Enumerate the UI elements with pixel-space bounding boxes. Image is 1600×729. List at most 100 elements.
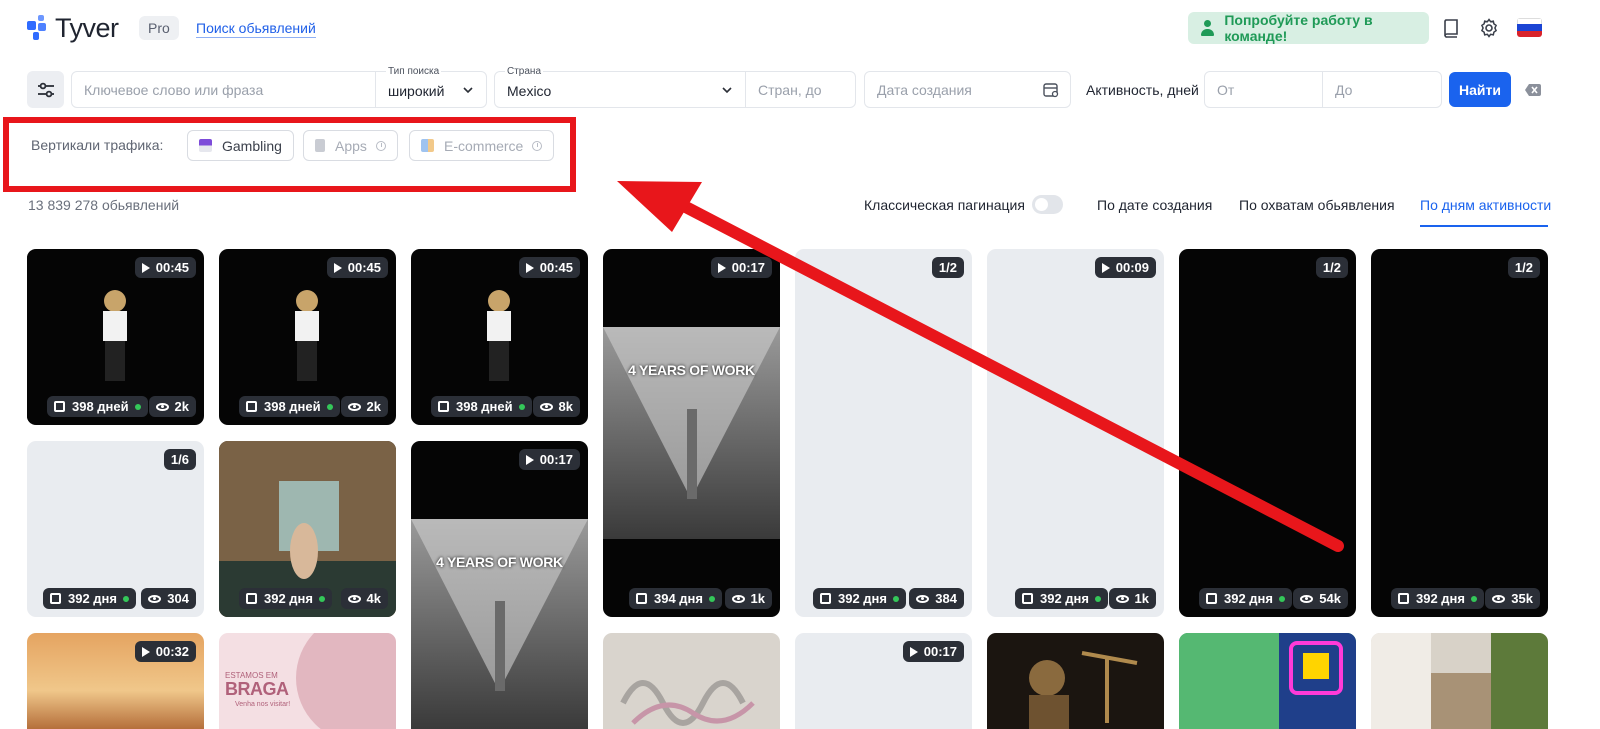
duration-badge: 00:09 <box>1094 257 1156 278</box>
activity-to-input[interactable]: До <box>1322 71 1442 108</box>
clear-filters-icon[interactable] <box>1524 81 1542 99</box>
views-badge: 1k <box>724 588 772 609</box>
eye-icon <box>347 594 361 603</box>
duration-badge: 00:45 <box>326 257 388 278</box>
active-dot-icon <box>709 595 715 602</box>
decor-shape <box>296 633 396 729</box>
chevron-down-icon <box>463 87 473 94</box>
chevron-down-icon <box>722 87 732 94</box>
duration-badge: 00:17 <box>518 449 580 470</box>
views-badge: 304 <box>141 588 196 609</box>
duration-badge: 00:17 <box>902 641 964 662</box>
eye-icon <box>155 402 169 411</box>
ad-card[interactable]: 4 YEARS OF WORK 00:17 394 дня 1k <box>603 249 780 617</box>
views-badge: 1k <box>1108 588 1156 609</box>
created-date-input[interactable]: Дата создания <box>864 71 1071 108</box>
days-active-badge: 392 дня <box>1199 588 1292 609</box>
flag-ru-icon[interactable] <box>1517 18 1542 37</box>
ad-card[interactable]: ESTAMOS EM BRAGA Venha nos visitar! <box>219 633 396 729</box>
logo-mark-icon <box>27 14 49 43</box>
logo[interactable]: Tyver <box>27 13 119 44</box>
keyword-input[interactable]: Ключевое слово или фраза <box>71 71 376 108</box>
ad-card[interactable]: 1/6 392 дня 304 <box>27 441 204 617</box>
carousel-count-badge: 1/6 <box>163 449 196 470</box>
book-icon[interactable] <box>1439 16 1463 40</box>
ad-card[interactable]: 00:17 <box>795 633 972 729</box>
app-header: Tyver Pro Поиск обьявлений Попробуйте ра… <box>0 0 1600 56</box>
days-active-badge: 392 дня <box>1015 588 1108 609</box>
ad-thumbnail <box>1179 633 1356 729</box>
ad-card[interactable]: 4 YEARS OF WORK 00:17 <box>411 441 588 729</box>
filters-toggle-button[interactable] <box>27 71 64 108</box>
try-team-button[interactable]: Попробуйте работу в команде! <box>1188 12 1429 44</box>
days-active-badge: 398 дней <box>47 396 148 417</box>
try-team-label: Попробуйте работу в команде! <box>1224 12 1373 44</box>
eye-icon <box>347 402 361 411</box>
play-icon <box>141 646 150 657</box>
ad-thumbnail <box>411 519 588 729</box>
calendar-icon <box>1022 593 1033 604</box>
views-badge: 2k <box>340 396 388 417</box>
ad-card[interactable]: 00:45 398 дней 2k <box>219 249 396 425</box>
pro-badge: Pro <box>139 16 179 40</box>
calendar-icon <box>820 593 831 604</box>
search-ads-link[interactable]: Поиск обьявлений <box>196 19 316 38</box>
active-dot-icon <box>123 595 129 602</box>
ad-thumbnail <box>1371 633 1548 729</box>
gear-icon[interactable] <box>1477 16 1501 40</box>
calendar-icon <box>636 593 647 604</box>
ad-card[interactable]: 1/2 392 дня 384 <box>795 249 972 617</box>
ad-card[interactable]: 392 дня 4k <box>219 441 396 617</box>
ad-card[interactable]: 1/2 392 дня 54k <box>1179 249 1356 617</box>
eye-icon <box>731 594 745 603</box>
logo-text: Tyver <box>55 13 119 43</box>
activity-label: Активность, дней <box>1086 82 1199 98</box>
ads-count: 13 839 278 обьявлений <box>28 197 180 213</box>
ad-thumbnail <box>1029 651 1138 729</box>
ad-card[interactable] <box>603 633 780 729</box>
ad-card[interactable]: 1/2 392 дня 35k <box>1371 249 1548 617</box>
sort-by-activity-days[interactable]: По дням активности <box>1420 197 1551 213</box>
search-type-value: широкий <box>388 83 445 99</box>
days-active-badge: 392 дня <box>1391 588 1484 609</box>
ad-card[interactable]: 00:45 398 дней 8k <box>411 249 588 425</box>
ad-overlay-text: 4 YEARS OF WORK <box>436 554 563 570</box>
duration-badge: 00:32 <box>134 641 196 662</box>
days-active-badge: 392 дня <box>239 588 332 609</box>
sort-by-reach[interactable]: По охватам обьявления <box>1239 197 1395 213</box>
calendar-icon <box>50 593 61 604</box>
days-active-badge: 394 дня <box>629 588 722 609</box>
ad-card[interactable] <box>987 633 1164 729</box>
days-active-badge: 398 дней <box>239 396 340 417</box>
ad-card[interactable]: 00:45 398 дней 2k <box>27 249 204 425</box>
activity-from-input[interactable]: От <box>1204 71 1323 108</box>
active-dot-icon <box>134 403 141 410</box>
country-select[interactable]: Страна Mexico <box>494 66 746 108</box>
duration-badge: 00:45 <box>518 257 580 278</box>
active-dot-icon <box>1471 595 1477 602</box>
active-dot-icon <box>1095 595 1101 602</box>
calendar-icon <box>246 401 257 412</box>
classic-pagination-toggle[interactable] <box>1032 195 1063 214</box>
views-badge: 54k <box>1293 588 1348 609</box>
find-button[interactable]: Найти <box>1449 72 1511 107</box>
eye-icon <box>539 402 553 411</box>
ad-card[interactable]: 00:09 392 дня 1k <box>987 249 1164 617</box>
country-value: Mexico <box>507 83 552 99</box>
sliders-icon <box>37 82 54 97</box>
ad-card[interactable] <box>1179 633 1356 729</box>
play-icon <box>717 262 726 273</box>
sort-by-created[interactable]: По дате создания <box>1097 197 1212 213</box>
ad-card[interactable]: 00:32 <box>27 633 204 729</box>
play-icon <box>141 262 150 273</box>
play-icon <box>525 262 534 273</box>
ad-overlay-subtitle: Venha nos visitar! <box>235 701 291 708</box>
days-active-badge: 392 дня <box>813 588 906 609</box>
active-dot-icon <box>1279 595 1285 602</box>
ad-overlay-title: BRAGA <box>225 679 289 699</box>
views-badge: 384 <box>909 588 964 609</box>
search-type-select[interactable]: Тип поиска широкий <box>375 66 487 108</box>
ad-card[interactable] <box>1371 633 1548 729</box>
active-dot-icon <box>893 595 899 602</box>
pages-input[interactable]: Стран, до <box>745 71 856 108</box>
